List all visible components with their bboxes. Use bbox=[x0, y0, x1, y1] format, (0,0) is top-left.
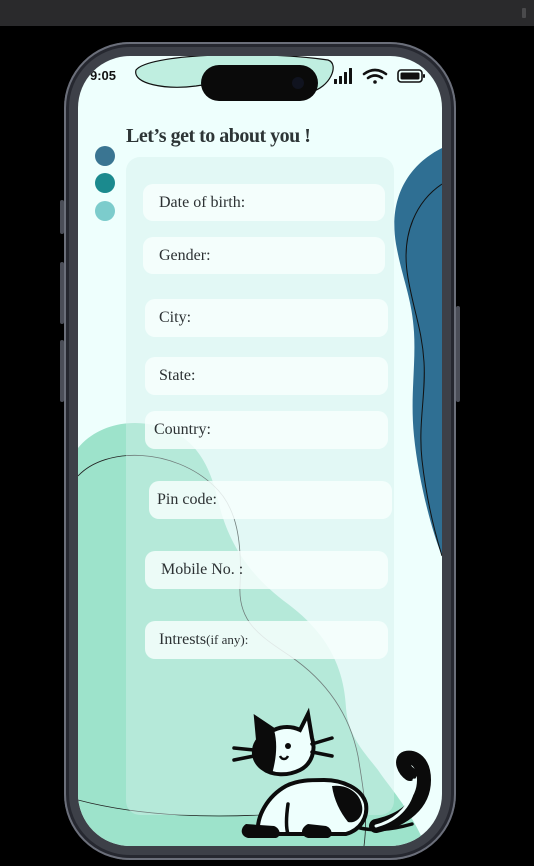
wifi-icon bbox=[362, 68, 388, 84]
field-hint: (if any): bbox=[206, 632, 249, 647]
gender-field[interactable]: Gender: bbox=[143, 237, 385, 274]
field-label: Pin code: bbox=[157, 491, 217, 508]
window-control bbox=[522, 8, 526, 18]
camera-icon bbox=[292, 77, 304, 89]
volume-up-button bbox=[60, 262, 64, 324]
phone-screen: 9:05 Let’s get to about you ! Date of bi… bbox=[78, 56, 442, 846]
mobile-number-field[interactable]: Mobile No. : bbox=[145, 551, 388, 589]
field-label: Mobile No. : bbox=[161, 561, 244, 578]
field-label: State: bbox=[159, 367, 196, 384]
power-button bbox=[456, 306, 460, 402]
pin-code-field[interactable]: Pin code: bbox=[149, 481, 392, 519]
cat-illustration bbox=[232, 707, 431, 838]
step-indicator-2 bbox=[95, 173, 115, 193]
page-title: Let’s get to about you ! bbox=[126, 125, 311, 147]
country-field[interactable]: Country: bbox=[145, 411, 388, 449]
step-indicator-3 bbox=[95, 201, 115, 221]
field-label: Intrests bbox=[159, 631, 207, 648]
city-field[interactable]: City: bbox=[145, 299, 388, 337]
field-label: Date of birth: bbox=[159, 193, 246, 211]
field-label: Gender: bbox=[159, 246, 211, 264]
step-indicator-1 bbox=[95, 146, 115, 166]
date-of-birth-field[interactable]: Date of birth: bbox=[143, 184, 385, 221]
action-button bbox=[60, 200, 64, 234]
state-field[interactable]: State: bbox=[145, 357, 388, 395]
field-label: Country: bbox=[154, 421, 211, 438]
battery-icon bbox=[397, 69, 425, 83]
signal-icon bbox=[334, 68, 352, 84]
field-label: City: bbox=[159, 309, 192, 326]
dynamic-island bbox=[201, 65, 318, 101]
status-icons bbox=[334, 68, 425, 84]
volume-down-button bbox=[60, 340, 64, 402]
status-time: 9:05 bbox=[90, 68, 117, 83]
interests-field[interactable]: Intrests (if any): bbox=[145, 621, 388, 659]
window-top-bar bbox=[0, 0, 534, 26]
